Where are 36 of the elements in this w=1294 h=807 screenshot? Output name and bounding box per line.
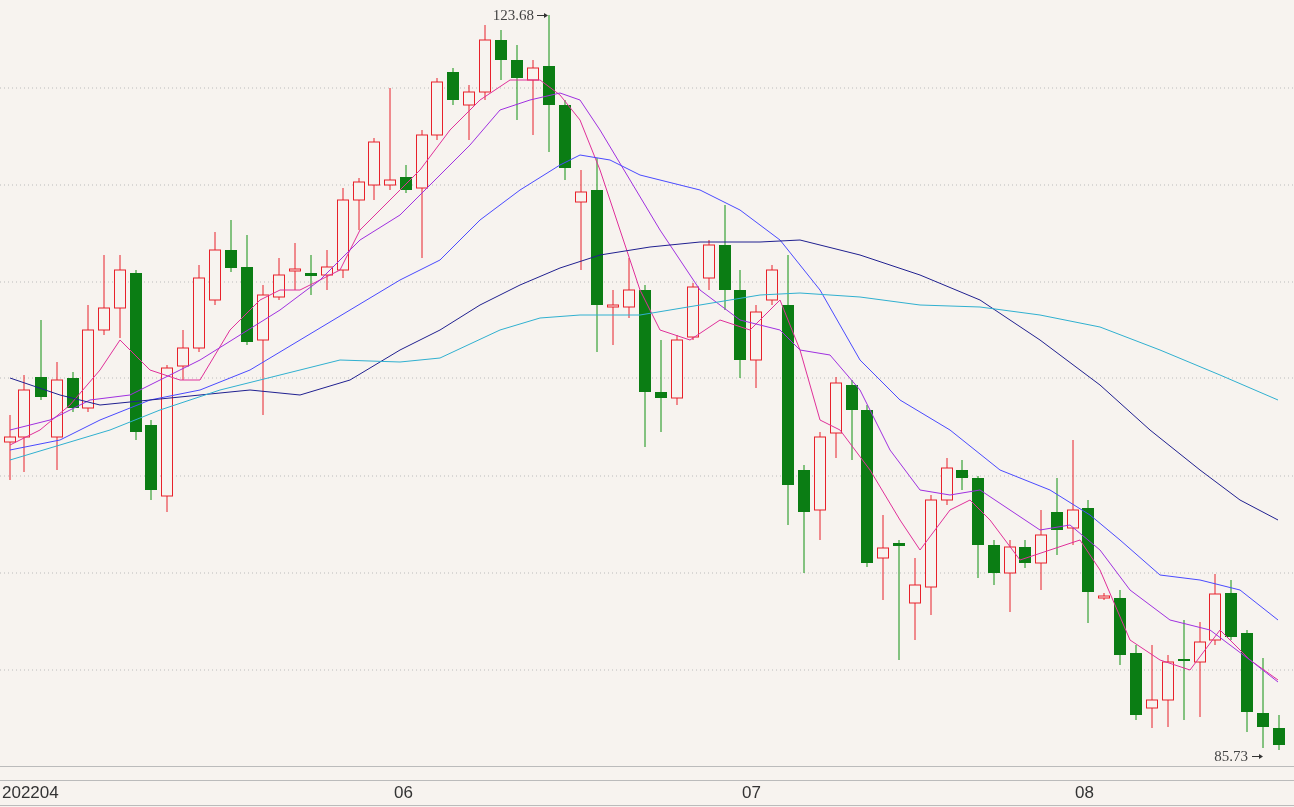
- candlestick: [321, 249, 333, 291]
- candlestick: [368, 137, 380, 201]
- candlestick: [703, 239, 715, 291]
- arrow-icon: [1251, 754, 1263, 759]
- candlestick: [305, 254, 317, 296]
- candlestick: [1225, 579, 1237, 641]
- candlestick: [273, 257, 285, 301]
- candlestick: [607, 289, 619, 346]
- candlestick: [1019, 539, 1031, 569]
- candlestick: [177, 329, 189, 381]
- time-axis-label: 202204: [2, 784, 59, 802]
- candlestick: [687, 282, 699, 341]
- arrow-icon: [536, 13, 548, 18]
- candlestick: [289, 242, 301, 291]
- candlestick: [956, 459, 968, 491]
- candlestick: [1273, 714, 1285, 751]
- candlestick: [941, 457, 953, 506]
- candlestick: [225, 219, 237, 273]
- candlestick: [431, 77, 443, 141]
- time-axis-label: 07: [742, 784, 761, 802]
- high-price-label: 123.68: [492, 7, 534, 23]
- candlestick: [766, 264, 778, 306]
- candlestick: [353, 177, 365, 231]
- low-price-label: 85.73: [1214, 748, 1248, 764]
- candlestick: [463, 84, 475, 141]
- time-axis-label: 06: [394, 784, 413, 802]
- candlestick: [988, 539, 1000, 586]
- candlestick: [623, 257, 635, 319]
- time-axis-label: 08: [1075, 784, 1094, 802]
- candlestick: [671, 334, 683, 406]
- candlestick: [67, 371, 79, 413]
- candlestick: [447, 67, 459, 106]
- candlestick: [495, 29, 507, 81]
- candlestick: [400, 164, 412, 194]
- candlestick: [4, 414, 16, 481]
- candlestick: [1098, 592, 1110, 601]
